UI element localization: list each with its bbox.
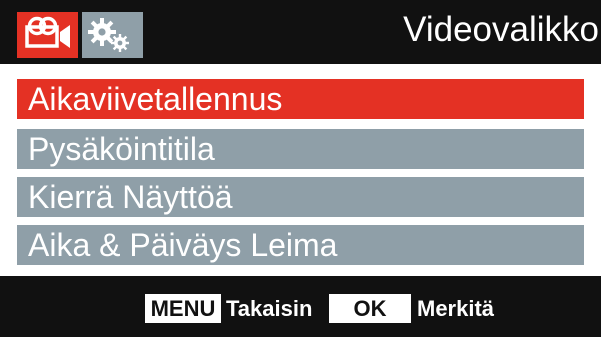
back-label: Takaisin — [226, 296, 313, 321]
tab-video[interactable] — [17, 12, 78, 58]
menu-item-date-time-stamp[interactable]: Aika & Päiväys Leima — [17, 225, 584, 265]
menu-key[interactable]: MENU — [145, 294, 221, 323]
settings-gears-icon — [88, 18, 129, 52]
menu-title: Videovalikko — [403, 10, 599, 49]
footer-hints: MENU Takaisin OK Merkitä — [0, 276, 601, 337]
select-label: Merkitä — [417, 296, 495, 321]
video-camera-icon — [25, 16, 70, 48]
tab-settings[interactable] — [82, 12, 143, 58]
ok-key[interactable]: OK — [329, 294, 411, 323]
menu-list: Aikaviivetallennus Pysäköintitila Kierrä… — [0, 64, 601, 276]
dashcam-menu-screen: Videovalikko Aikaviivetallennus Pysäköin… — [0, 0, 601, 337]
menu-header: Videovalikko — [0, 0, 601, 64]
menu-item-parking-mode[interactable]: Pysäköintitila — [17, 129, 584, 169]
menu-item-rotate-display[interactable]: Kierrä Näyttöä — [17, 177, 584, 217]
menu-item-time-lapse[interactable]: Aikaviivetallennus — [17, 79, 584, 119]
